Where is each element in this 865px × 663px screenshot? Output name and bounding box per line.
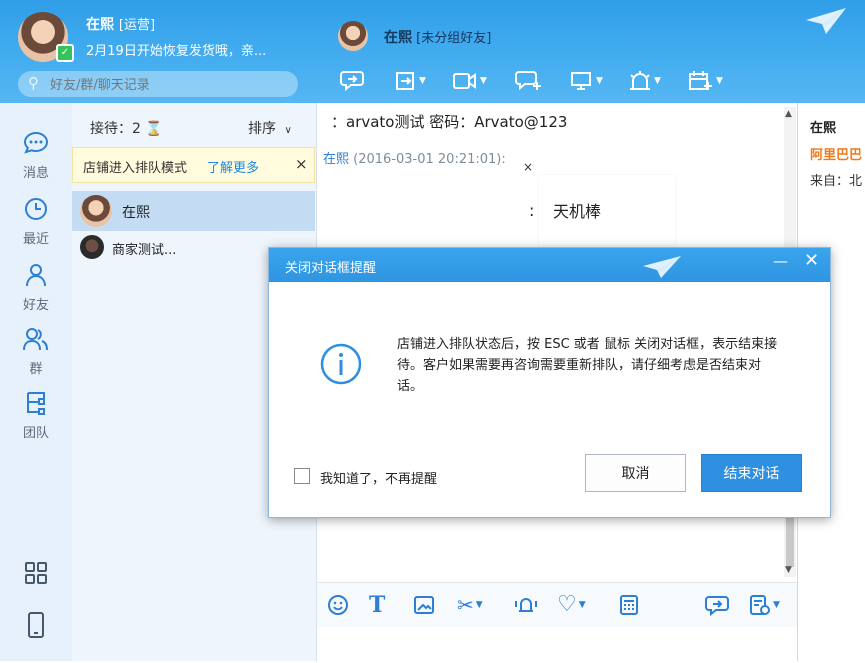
message-sender[interactable]: 在熙: [323, 152, 349, 167]
session-name: 在熙: [122, 205, 150, 221]
search-icon: ⚲: [28, 74, 39, 92]
message-timestamp: (2016-03-01 20:21:01):: [353, 152, 506, 167]
calculator-icon[interactable]: [619, 594, 639, 616]
user-tag: [运营]: [118, 18, 156, 33]
contact-name: 在熙: [384, 30, 412, 46]
team-icon: [0, 391, 72, 420]
contact-avatar[interactable]: [338, 21, 368, 51]
chat-toolbar: T ✂ ▼ ♡ ▼ ▼: [317, 582, 797, 627]
hourglass-icon: ⌛: [145, 121, 163, 137]
close-icon[interactable]: ×: [295, 155, 308, 173]
paper-plane-logo: [806, 8, 846, 34]
message-header: 在熙 (2016-03-01 20:21:01):: [323, 148, 506, 167]
online-status-icon: ✓: [56, 44, 74, 62]
chevron-down-icon: ∨: [284, 125, 292, 136]
mobile-phone-icon[interactable]: [0, 611, 72, 643]
reception-label: 接待：2: [90, 121, 141, 137]
dialog-message: 店铺进入排队状态后，按 ESC 或者 鼠标 关闭对话框，表示结束接待。客户如果需…: [397, 337, 778, 394]
apps-grid-icon[interactable]: [0, 561, 72, 589]
info-icon: [320, 343, 362, 385]
calendar-add-icon[interactable]: ▼: [688, 69, 723, 93]
scroll-down-arrow[interactable]: ▼: [785, 565, 792, 575]
sidebar-item-friends[interactable]: 好友: [0, 263, 72, 313]
dont-remind-checkbox[interactable]: [294, 468, 310, 484]
sidebar-item-team[interactable]: 团队: [0, 391, 72, 441]
sidebar-item-messages[interactable]: 消息: [0, 131, 72, 181]
end-conversation-button[interactable]: 结束对话: [701, 454, 802, 492]
user-status-text[interactable]: 2月19日开始恢复发货哦，亲...: [86, 40, 308, 59]
scissors-icon[interactable]: ✂ ▼: [457, 593, 483, 617]
dialog-title-bar[interactable]: 关闭对话框提醒 — ✕: [269, 248, 830, 282]
alarm-icon[interactable]: ▼: [628, 69, 661, 93]
person-icon: [0, 263, 72, 292]
close-icon[interactable]: ✕: [804, 250, 819, 271]
search-input[interactable]: [48, 74, 292, 96]
scroll-up-arrow[interactable]: ▲: [785, 109, 792, 119]
reception-count: 接待：2 ⌛: [90, 118, 163, 138]
message-bubble: 天机棒: [539, 175, 675, 245]
info-company[interactable]: 阿里巴巴: [810, 144, 862, 163]
emoji-icon[interactable]: [327, 594, 349, 616]
sidebar-item-recent[interactable]: 最近: [0, 197, 72, 247]
message-icon: [0, 131, 72, 160]
session-item[interactable]: 在熙: [72, 191, 315, 231]
bubble-text: 天机棒: [553, 202, 602, 221]
contact-name-row: 在熙 [未分组好友]: [384, 27, 491, 47]
sidebar-label-groups: 群: [29, 362, 43, 377]
sort-label: 排序: [248, 121, 276, 137]
image-icon[interactable]: [413, 594, 435, 616]
group-icon: [0, 327, 72, 356]
queue-notice-link[interactable]: 了解更多: [207, 157, 259, 176]
user-name-row: 在熙 [运营]: [86, 14, 155, 34]
bubble-colon: :: [529, 201, 535, 220]
sidebar-item-groups[interactable]: 群: [0, 327, 72, 377]
close-confirm-dialog: 关闭对话框提醒 — ✕ 店铺进入排队状态后，按 ESC 或者 鼠标 关闭对话框，…: [268, 247, 831, 518]
screen-share-icon[interactable]: ▼: [570, 69, 603, 93]
dont-remind-label[interactable]: 我知道了，不再提醒: [320, 468, 437, 487]
sidebar-label-team: 团队: [22, 426, 49, 441]
minimize-icon[interactable]: —: [773, 252, 788, 270]
sidebar-label-friends: 好友: [22, 298, 49, 313]
session-avatar: [80, 195, 112, 227]
transfer-icon[interactable]: ▼: [395, 69, 426, 93]
title-bar: ✓ 在熙 [运营] 2月19日开始恢复发货哦，亲... ⚲ 在熙 [未分组好友]…: [0, 0, 865, 103]
message-text: ：arvato测试 密码：Arvato@123: [331, 113, 568, 131]
message-input[interactable]: [317, 627, 787, 663]
shake-icon[interactable]: [513, 594, 539, 616]
sidebar-label-recent: 最近: [22, 232, 49, 247]
queue-notice-text: 店铺进入排队模式: [83, 161, 188, 176]
add-chat-icon[interactable]: [515, 69, 543, 91]
video-icon[interactable]: ▼: [452, 69, 487, 93]
more-icon[interactable]: ▼: [749, 594, 780, 616]
quick-reply-icon[interactable]: [705, 594, 731, 616]
dialog-title: 关闭对话框提醒: [285, 261, 377, 276]
info-name: 在熙: [810, 121, 837, 136]
contact-group: [未分组好友]: [416, 31, 492, 46]
session-avatar: [80, 235, 104, 259]
clock-icon: [0, 197, 72, 226]
left-sidebar: 消息 最近 好友 群 团队: [0, 103, 73, 661]
user-name: 在熙: [86, 17, 114, 33]
search-box[interactable]: ⚲: [18, 71, 298, 97]
chat-bubble-icon[interactable]: [340, 69, 366, 91]
paper-plane-logo: [643, 256, 681, 278]
font-icon[interactable]: T: [369, 592, 385, 618]
message-close-icon[interactable]: ×: [523, 160, 533, 174]
sort-dropdown[interactable]: 排序 ∨: [248, 118, 292, 138]
queue-notice: 店铺进入排队模式 了解更多 ×: [72, 147, 315, 183]
session-name: 商家测试...: [112, 243, 177, 258]
sidebar-label-messages: 消息: [22, 166, 49, 181]
cancel-button[interactable]: 取消: [585, 454, 686, 492]
heart-icon[interactable]: ♡ ▼: [557, 592, 586, 617]
info-from: 来自：北: [810, 174, 863, 189]
